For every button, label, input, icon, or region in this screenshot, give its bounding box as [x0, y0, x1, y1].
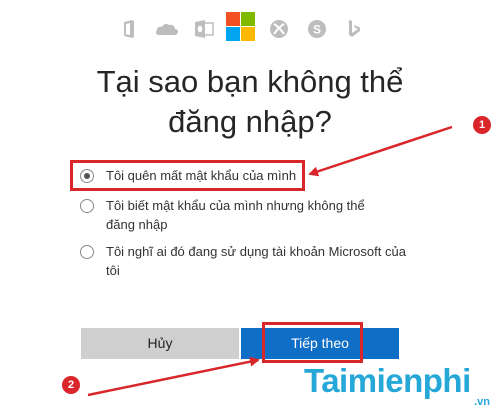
- watermark-text: Taimienphi: [304, 362, 471, 399]
- watermark-domain: .vn: [474, 396, 490, 408]
- arrow-2: [87, 356, 260, 397]
- annotation-arrows: [87, 125, 453, 397]
- watermark-logo: Taimienphi .vn: [304, 362, 500, 412]
- annotation-badge-2: 2: [62, 376, 80, 394]
- arrow-1: [308, 125, 453, 177]
- annotation-badge-1: 1: [473, 116, 491, 134]
